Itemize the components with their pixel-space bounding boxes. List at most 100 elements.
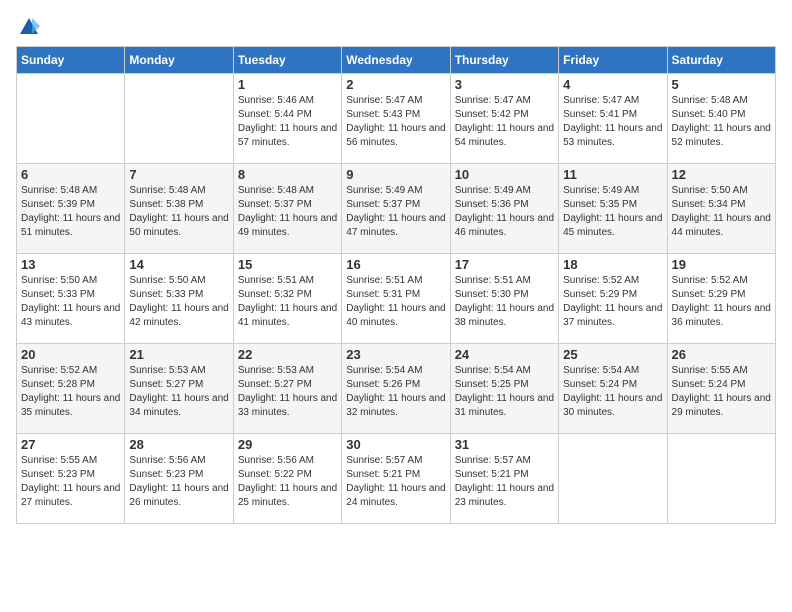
calendar-cell: 16 Sunrise: 5:51 AM Sunset: 5:31 PM Dayli…	[342, 254, 450, 344]
calendar-cell: 19 Sunrise: 5:52 AM Sunset: 5:29 PM Dayli…	[667, 254, 775, 344]
day-info: Sunrise: 5:56 AM Sunset: 5:22 PM Dayligh…	[238, 454, 337, 510]
day-info: Sunrise: 5:46 AM Sunset: 5:44 PM Dayligh…	[238, 94, 337, 150]
day-info: Sunrise: 5:51 AM Sunset: 5:31 PM Dayligh…	[346, 274, 445, 330]
day-number: 28	[129, 437, 228, 452]
day-number: 24	[455, 347, 554, 362]
day-number: 17	[455, 257, 554, 272]
calendar-cell: 2 Sunrise: 5:47 AM Sunset: 5:43 PM Daylig…	[342, 74, 450, 164]
day-number: 22	[238, 347, 337, 362]
day-number: 9	[346, 167, 445, 182]
day-number: 26	[672, 347, 771, 362]
day-number: 20	[21, 347, 120, 362]
calendar-header-tuesday: Tuesday	[233, 47, 341, 74]
day-info: Sunrise: 5:57 AM Sunset: 5:21 PM Dayligh…	[455, 454, 554, 510]
calendar-week-row: 6 Sunrise: 5:48 AM Sunset: 5:39 PM Daylig…	[17, 164, 776, 254]
day-info: Sunrise: 5:52 AM Sunset: 5:28 PM Dayligh…	[21, 364, 120, 420]
calendar-header-monday: Monday	[125, 47, 233, 74]
calendar-cell: 27 Sunrise: 5:55 AM Sunset: 5:23 PM Dayli…	[17, 434, 125, 524]
day-number: 10	[455, 167, 554, 182]
calendar-cell: 17 Sunrise: 5:51 AM Sunset: 5:30 PM Dayli…	[450, 254, 558, 344]
calendar-cell: 13Sunrise: 5:50 AM Sunset: 5:33 PM Dayli…	[17, 254, 125, 344]
day-number: 1	[238, 77, 337, 92]
calendar-cell: 1 Sunrise: 5:46 AM Sunset: 5:44 PM Daylig…	[233, 74, 341, 164]
calendar-week-row: 27 Sunrise: 5:55 AM Sunset: 5:23 PM Dayli…	[17, 434, 776, 524]
calendar-week-row: 13Sunrise: 5:50 AM Sunset: 5:33 PM Dayli…	[17, 254, 776, 344]
day-number: 21	[129, 347, 228, 362]
day-info: Sunrise: 5:54 AM Sunset: 5:24 PM Dayligh…	[563, 364, 662, 420]
day-info: Sunrise: 5:47 AM Sunset: 5:43 PM Dayligh…	[346, 94, 445, 150]
calendar-cell: 15 Sunrise: 5:51 AM Sunset: 5:32 PM Dayli…	[233, 254, 341, 344]
calendar-cell: 3 Sunrise: 5:47 AM Sunset: 5:42 PM Daylig…	[450, 74, 558, 164]
day-info: Sunrise: 5:49 AM Sunset: 5:36 PM Dayligh…	[455, 184, 554, 240]
day-number: 19	[672, 257, 771, 272]
day-number: 7	[129, 167, 228, 182]
calendar-cell: 18 Sunrise: 5:52 AM Sunset: 5:29 PM Dayli…	[559, 254, 667, 344]
calendar-header-row: SundayMondayTuesdayWednesdayThursdayFrid…	[17, 47, 776, 74]
day-number: 5	[672, 77, 771, 92]
day-info: Sunrise: 5:51 AM Sunset: 5:32 PM Dayligh…	[238, 274, 337, 330]
calendar-cell: 4Sunrise: 5:47 AM Sunset: 5:41 PM Daylig…	[559, 74, 667, 164]
day-number: 4	[563, 77, 662, 92]
calendar-cell: 12Sunrise: 5:50 AM Sunset: 5:34 PM Dayli…	[667, 164, 775, 254]
day-info: Sunrise: 5:54 AM Sunset: 5:26 PM Dayligh…	[346, 364, 445, 420]
page-header	[16, 16, 776, 38]
day-number: 15	[238, 257, 337, 272]
calendar-cell: 31 Sunrise: 5:57 AM Sunset: 5:21 PM Dayli…	[450, 434, 558, 524]
calendar-cell: 20 Sunrise: 5:52 AM Sunset: 5:28 PM Dayli…	[17, 344, 125, 434]
day-info: Sunrise: 5:57 AM Sunset: 5:21 PM Dayligh…	[346, 454, 445, 510]
day-info: Sunrise: 5:48 AM Sunset: 5:40 PM Dayligh…	[672, 94, 771, 150]
day-number: 2	[346, 77, 445, 92]
calendar-cell: 22 Sunrise: 5:53 AM Sunset: 5:27 PM Dayli…	[233, 344, 341, 434]
day-number: 27	[21, 437, 120, 452]
calendar-cell	[125, 74, 233, 164]
day-info: Sunrise: 5:52 AM Sunset: 5:29 PM Dayligh…	[672, 274, 771, 330]
day-info: Sunrise: 5:53 AM Sunset: 5:27 PM Dayligh…	[129, 364, 228, 420]
calendar-header-saturday: Saturday	[667, 47, 775, 74]
calendar-table: SundayMondayTuesdayWednesdayThursdayFrid…	[16, 46, 776, 524]
calendar-header-wednesday: Wednesday	[342, 47, 450, 74]
logo	[16, 16, 42, 38]
calendar-cell: 29 Sunrise: 5:56 AM Sunset: 5:22 PM Dayli…	[233, 434, 341, 524]
calendar-cell: 30Sunrise: 5:57 AM Sunset: 5:21 PM Dayli…	[342, 434, 450, 524]
calendar-cell: 6 Sunrise: 5:48 AM Sunset: 5:39 PM Daylig…	[17, 164, 125, 254]
calendar-cell: 28 Sunrise: 5:56 AM Sunset: 5:23 PM Dayli…	[125, 434, 233, 524]
day-info: Sunrise: 5:47 AM Sunset: 5:42 PM Dayligh…	[455, 94, 554, 150]
calendar-cell: 11 Sunrise: 5:49 AM Sunset: 5:35 PM Dayli…	[559, 164, 667, 254]
calendar-cell	[17, 74, 125, 164]
day-info: Sunrise: 5:51 AM Sunset: 5:30 PM Dayligh…	[455, 274, 554, 330]
day-info: Sunrise: 5:49 AM Sunset: 5:37 PM Dayligh…	[346, 184, 445, 240]
day-info: Sunrise: 5:48 AM Sunset: 5:38 PM Dayligh…	[129, 184, 228, 240]
day-info: Sunrise: 5:55 AM Sunset: 5:24 PM Dayligh…	[672, 364, 771, 420]
day-number: 3	[455, 77, 554, 92]
day-number: 23	[346, 347, 445, 362]
calendar-cell	[559, 434, 667, 524]
day-number: 25	[563, 347, 662, 362]
day-number: 6	[21, 167, 120, 182]
day-info: Sunrise: 5:50 AM Sunset: 5:33 PM Dayligh…	[21, 274, 120, 330]
calendar-cell: 5 Sunrise: 5:48 AM Sunset: 5:40 PM Daylig…	[667, 74, 775, 164]
calendar-week-row: 1 Sunrise: 5:46 AM Sunset: 5:44 PM Daylig…	[17, 74, 776, 164]
calendar-week-row: 20 Sunrise: 5:52 AM Sunset: 5:28 PM Dayli…	[17, 344, 776, 434]
day-number: 11	[563, 167, 662, 182]
calendar-cell	[667, 434, 775, 524]
day-info: Sunrise: 5:48 AM Sunset: 5:39 PM Dayligh…	[21, 184, 120, 240]
calendar-header-friday: Friday	[559, 47, 667, 74]
day-number: 16	[346, 257, 445, 272]
day-number: 14	[129, 257, 228, 272]
day-number: 18	[563, 257, 662, 272]
calendar-cell: 9 Sunrise: 5:49 AM Sunset: 5:37 PM Daylig…	[342, 164, 450, 254]
day-info: Sunrise: 5:55 AM Sunset: 5:23 PM Dayligh…	[21, 454, 120, 510]
day-number: 31	[455, 437, 554, 452]
day-number: 29	[238, 437, 337, 452]
calendar-header-sunday: Sunday	[17, 47, 125, 74]
day-number: 12	[672, 167, 771, 182]
day-info: Sunrise: 5:56 AM Sunset: 5:23 PM Dayligh…	[129, 454, 228, 510]
day-info: Sunrise: 5:52 AM Sunset: 5:29 PM Dayligh…	[563, 274, 662, 330]
calendar-cell: 26 Sunrise: 5:55 AM Sunset: 5:24 PM Dayli…	[667, 344, 775, 434]
day-info: Sunrise: 5:54 AM Sunset: 5:25 PM Dayligh…	[455, 364, 554, 420]
calendar-cell: 10 Sunrise: 5:49 AM Sunset: 5:36 PM Dayli…	[450, 164, 558, 254]
calendar-cell: 7 Sunrise: 5:48 AM Sunset: 5:38 PM Daylig…	[125, 164, 233, 254]
day-info: Sunrise: 5:49 AM Sunset: 5:35 PM Dayligh…	[563, 184, 662, 240]
calendar-cell: 21 Sunrise: 5:53 AM Sunset: 5:27 PM Dayli…	[125, 344, 233, 434]
day-info: Sunrise: 5:53 AM Sunset: 5:27 PM Dayligh…	[238, 364, 337, 420]
